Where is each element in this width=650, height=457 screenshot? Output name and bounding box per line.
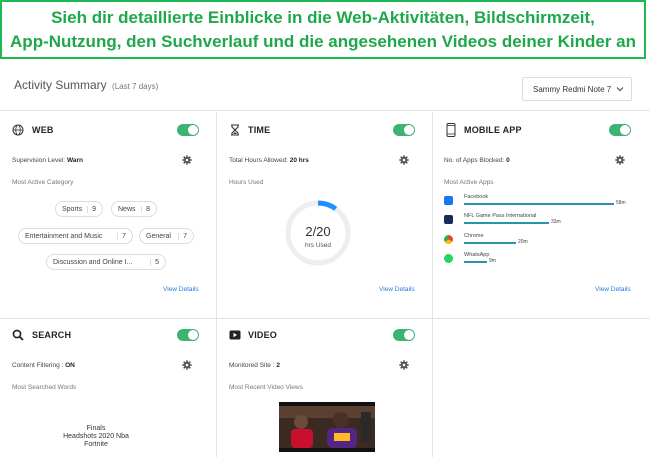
app-name: NFL Game Pass International bbox=[464, 213, 537, 219]
video-views-header: Most Recent Video Views bbox=[229, 384, 303, 391]
web-card-title: WEB bbox=[32, 125, 54, 135]
time-view-details-link[interactable]: View Details bbox=[379, 286, 415, 293]
video-thumbnail[interactable] bbox=[279, 402, 375, 452]
app-usage-bar bbox=[464, 203, 614, 205]
nfl-icon bbox=[444, 215, 453, 224]
grid-divider bbox=[216, 112, 217, 457]
apps-blocked-value: 0 bbox=[506, 157, 510, 164]
video-toggle[interactable] bbox=[393, 329, 415, 341]
category-name: News bbox=[118, 206, 136, 213]
device-select[interactable]: Sammy Redmi Note 7 bbox=[522, 77, 632, 101]
category-chip[interactable]: Sports 9 bbox=[55, 201, 103, 217]
content-filtering-value: ON bbox=[65, 362, 75, 369]
hours-allowed-value: 20 hrs bbox=[289, 157, 309, 164]
search-word: Fortnite bbox=[84, 441, 108, 448]
mobile-toggle[interactable] bbox=[609, 124, 631, 136]
supervision-label: Supervision Level: bbox=[12, 157, 66, 164]
banner-line-1: Sieh dir detaillierte Einblicke in die W… bbox=[51, 8, 595, 27]
category-count: 9 bbox=[87, 206, 96, 213]
app-usage-time: 33m bbox=[551, 219, 561, 225]
grid-divider bbox=[0, 110, 650, 111]
hours-used-header: Hours Used bbox=[229, 179, 264, 186]
video-card-title: VIDEO bbox=[248, 330, 278, 340]
supervision-level: Supervision Level: Warn bbox=[12, 157, 83, 164]
searched-words-header: Most Searched Words bbox=[12, 384, 77, 391]
category-count: 7 bbox=[117, 233, 126, 240]
app-usage-bar bbox=[464, 261, 487, 263]
page-title: Activity Summary (Last 7 days) bbox=[14, 78, 158, 92]
promo-banner: Sieh dir detaillierte Einblicke in die W… bbox=[0, 0, 646, 59]
video-icon bbox=[229, 330, 241, 340]
web-toggle[interactable] bbox=[177, 124, 199, 136]
category-chip[interactable]: General 7 bbox=[139, 228, 194, 244]
time-card-title: TIME bbox=[248, 125, 271, 135]
hours-used-value: 2/20 bbox=[305, 224, 331, 239]
app-row[interactable]: WhatsApp 9m bbox=[444, 252, 632, 268]
gear-icon[interactable] bbox=[615, 155, 625, 165]
banner-line-2: App-Nutzung, den Suchverlauf und die ang… bbox=[10, 32, 636, 51]
monitored-site: Monitored Site : 2 bbox=[229, 362, 280, 369]
app-name: Facebook bbox=[464, 194, 489, 200]
apps-header: Most Active Apps bbox=[444, 179, 494, 186]
category-count: 5 bbox=[150, 259, 159, 266]
hours-allowed-label: Total Hours Allowed: bbox=[229, 157, 288, 164]
chrome-icon bbox=[444, 235, 453, 244]
supervision-value: Warn bbox=[66, 157, 83, 164]
app-usage-bar bbox=[464, 222, 549, 224]
category-name: Discussion and Online I... bbox=[53, 259, 133, 266]
category-name: General bbox=[146, 233, 171, 240]
app-name: WhatsApp bbox=[464, 252, 490, 258]
category-name: Sports bbox=[62, 206, 83, 213]
time-toggle[interactable] bbox=[393, 124, 415, 136]
content-filtering: Content Filtering : ON bbox=[12, 362, 75, 369]
hours-allowed: Total Hours Allowed: 20 hrs bbox=[229, 157, 309, 164]
category-chip[interactable]: News 8 bbox=[111, 201, 157, 217]
category-chip[interactable]: Discussion and Online I... 5 bbox=[46, 254, 166, 270]
app-usage-time: 20m bbox=[518, 239, 528, 245]
gear-icon[interactable] bbox=[399, 155, 409, 165]
app-usage-time: 58m bbox=[616, 200, 626, 206]
phone-icon bbox=[446, 123, 456, 137]
hours-used-caption: hrs Used bbox=[304, 242, 331, 249]
chevron-down-icon bbox=[616, 87, 624, 92]
app-name: Chrome bbox=[464, 233, 484, 239]
apps-blocked-label: No. of Apps Blocked: bbox=[444, 157, 505, 164]
grid-divider bbox=[0, 318, 650, 319]
mobile-view-details-link[interactable]: View Details bbox=[595, 286, 631, 293]
app-row[interactable]: NFL Game Pass International 33m bbox=[444, 213, 632, 229]
category-chip[interactable]: Entertainment and Music 7 bbox=[18, 228, 133, 244]
monitored-site-label: Monitored Site : bbox=[229, 362, 275, 369]
search-icon bbox=[12, 329, 24, 341]
gear-icon[interactable] bbox=[182, 360, 192, 370]
mobile-card-title: MOBILE APP bbox=[464, 125, 522, 135]
gear-icon[interactable] bbox=[182, 155, 192, 165]
content-filtering-label: Content Filtering : bbox=[12, 362, 64, 369]
app-row[interactable]: Chrome 20m bbox=[444, 233, 632, 249]
globe-icon bbox=[12, 124, 24, 136]
app-usage-bar bbox=[464, 242, 516, 244]
category-count: 8 bbox=[141, 206, 150, 213]
app-row[interactable]: Facebook 58m bbox=[444, 194, 632, 210]
page-title-text: Activity Summary bbox=[14, 78, 107, 92]
search-word: Finals bbox=[86, 425, 106, 432]
category-name: Entertainment and Music bbox=[25, 233, 103, 240]
hourglass-icon bbox=[231, 124, 239, 136]
grid-divider bbox=[432, 112, 433, 457]
monitored-site-value: 2 bbox=[276, 362, 280, 369]
gear-icon[interactable] bbox=[399, 360, 409, 370]
category-count: 7 bbox=[178, 233, 187, 240]
app-usage-time: 9m bbox=[489, 258, 496, 264]
device-select-value: Sammy Redmi Note 7 bbox=[533, 85, 612, 94]
web-view-details-link[interactable]: View Details bbox=[163, 286, 199, 293]
category-header: Most Active Category bbox=[12, 179, 74, 186]
page-title-period: (Last 7 days) bbox=[112, 82, 159, 91]
search-card-title: SEARCH bbox=[32, 330, 72, 340]
facebook-icon bbox=[444, 196, 453, 205]
search-word: Headshots 2020 Nba bbox=[63, 433, 129, 440]
apps-blocked: No. of Apps Blocked: 0 bbox=[444, 157, 510, 164]
search-toggle[interactable] bbox=[177, 329, 199, 341]
whatsapp-icon bbox=[444, 254, 453, 263]
